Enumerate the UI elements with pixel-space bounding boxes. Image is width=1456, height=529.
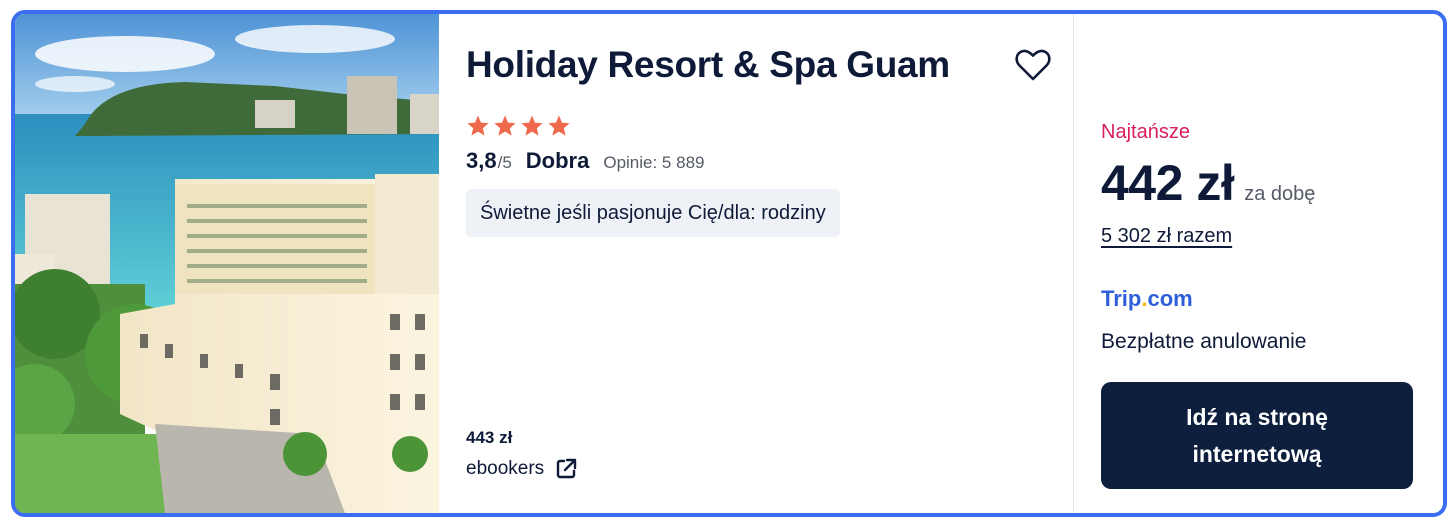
- star-icon: [467, 115, 489, 136]
- hotel-name[interactable]: Holiday Resort & Spa Guam: [466, 44, 950, 86]
- review-rating-word: Dobra: [525, 148, 590, 173]
- alternative-price[interactable]: 443 zł: [466, 428, 512, 448]
- review-count: Opinie: 5 889: [603, 153, 705, 172]
- review-score: 3,8: [466, 148, 497, 173]
- provider-logo[interactable]: Trip.com: [1101, 286, 1193, 312]
- highlight-chip: Świetne jeśli pasjonuje Cię/dla: rodziny: [466, 189, 840, 237]
- price-panel: Najtańsze 442 zł za dobę 5 302 zł razem …: [1074, 14, 1443, 513]
- heart-icon[interactable]: [1015, 48, 1051, 82]
- free-cancellation: Bezpłatne anulowanie: [1101, 330, 1307, 353]
- star-icon: [494, 115, 516, 136]
- review-score-max: /5: [497, 153, 512, 172]
- nightly-price: 442 zł: [1101, 155, 1235, 211]
- provider-logo-part2: com: [1147, 286, 1193, 311]
- hotel-result-card[interactable]: Holiday Resort & Spa Guam 3,8 /5 Dobra O…: [11, 10, 1447, 517]
- star-rating: [466, 114, 571, 138]
- review-summary[interactable]: 3,8 /5 Dobra Opinie: 5 889: [466, 148, 704, 174]
- hotel-info: Holiday Resort & Spa Guam 3,8 /5 Dobra O…: [439, 14, 1073, 513]
- alternative-provider-name: ebookers: [466, 458, 545, 479]
- total-price-link[interactable]: 5 302 zł razem: [1101, 225, 1232, 248]
- per-night-label: za dobę: [1244, 183, 1316, 205]
- provider-logo-part1: Trip: [1101, 286, 1142, 311]
- alternative-provider-link[interactable]: ebookers: [466, 457, 578, 481]
- star-icon: [521, 115, 543, 136]
- star-icon: [548, 115, 570, 136]
- hotel-photo-illustration: [15, 14, 439, 513]
- price-per-night: 442 zł za dobę: [1101, 154, 1315, 212]
- go-to-website-button[interactable]: Idź na stronę internetową: [1101, 382, 1413, 489]
- external-link-icon: [556, 458, 577, 479]
- hotel-photo[interactable]: [15, 14, 439, 513]
- cheapest-label: Najtańsze: [1101, 121, 1190, 143]
